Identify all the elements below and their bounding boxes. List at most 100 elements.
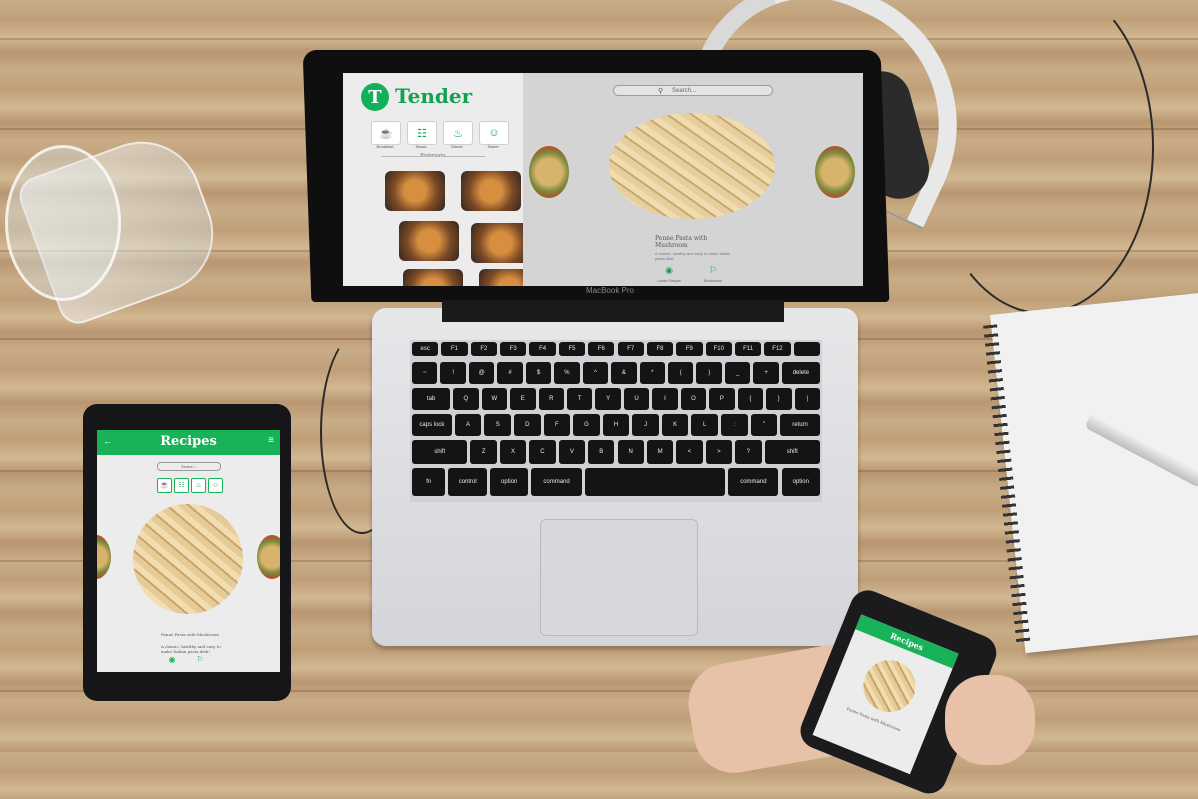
key[interactable]: return (780, 414, 820, 436)
key[interactable]: V (558, 440, 586, 464)
key[interactable]: { (737, 388, 764, 410)
bookmark-thumbnail[interactable] (399, 221, 459, 261)
eye-icon[interactable]: ◉ (165, 655, 179, 664)
key[interactable]: F1 (441, 342, 468, 356)
key[interactable]: F9 (676, 342, 703, 356)
key[interactable]: " (750, 414, 778, 436)
key[interactable]: < (676, 440, 703, 464)
key[interactable]: : (721, 414, 748, 436)
key[interactable] (793, 342, 820, 356)
key[interactable]: | (794, 388, 820, 410)
key[interactable]: control (448, 468, 487, 496)
bookmark-thumbnail[interactable] (461, 171, 521, 211)
key[interactable]: E (510, 388, 536, 410)
key[interactable]: command (531, 468, 582, 496)
key[interactable]: N (617, 440, 644, 464)
key[interactable]: J (632, 414, 659, 436)
key[interactable]: P (709, 388, 735, 410)
key[interactable]: O (680, 388, 707, 410)
key[interactable]: & (611, 362, 637, 384)
next-dish-image[interactable] (815, 146, 855, 198)
key[interactable]: option (781, 468, 820, 496)
water-glass (5, 124, 231, 330)
key[interactable]: @ (468, 362, 495, 384)
key[interactable]: caps lock (412, 414, 452, 436)
trackpad[interactable] (540, 519, 698, 636)
key[interactable]: fn (412, 468, 446, 496)
key[interactable]: esc (412, 342, 439, 356)
key[interactable]: G (573, 414, 600, 436)
previous-dish-image[interactable] (97, 535, 111, 579)
key[interactable]: X (499, 440, 527, 464)
key[interactable]: * (639, 362, 666, 384)
key[interactable]: ~ (412, 362, 438, 384)
key[interactable]: } (766, 388, 792, 410)
key[interactable]: F10 (705, 342, 732, 356)
key[interactable]: R (538, 388, 564, 410)
key[interactable]: M (646, 440, 674, 464)
key[interactable]: D (514, 414, 541, 436)
key[interactable]: option (489, 468, 529, 496)
key[interactable]: ^ (582, 362, 609, 384)
key[interactable]: > (705, 440, 733, 464)
bookmark-button[interactable]: ⚐ (695, 265, 731, 276)
key[interactable]: S (484, 414, 511, 436)
key[interactable]: K (661, 414, 689, 436)
key[interactable]: Z (470, 440, 497, 464)
key[interactable]: ! (440, 362, 466, 384)
key[interactable]: $ (525, 362, 552, 384)
key[interactable]: F12 (764, 342, 791, 356)
key[interactable]: ) (696, 362, 722, 384)
key[interactable]: F5 (558, 342, 586, 356)
tablet-category-sweet[interactable]: ☺ (208, 478, 223, 493)
key[interactable]: A (454, 414, 482, 436)
key[interactable]: F4 (529, 342, 556, 356)
key[interactable]: Y (595, 388, 621, 410)
key[interactable]: # (497, 362, 523, 384)
key[interactable]: ( (668, 362, 694, 384)
key[interactable]: ? (735, 440, 762, 464)
key[interactable]: F6 (588, 342, 615, 356)
key[interactable]: U (623, 388, 650, 410)
search-input[interactable]: ⚲ Search... (613, 85, 773, 96)
key[interactable]: F7 (617, 342, 644, 356)
key[interactable]: command (728, 468, 779, 496)
key[interactable]: T (566, 388, 593, 410)
category-tile-sweet[interactable]: ☺ (479, 121, 509, 145)
tablet-search-input[interactable]: Search... (157, 462, 221, 471)
key[interactable]: tab (412, 388, 451, 410)
key[interactable]: L (691, 414, 718, 436)
key[interactable]: F2 (470, 342, 498, 356)
key[interactable]: Q (453, 388, 479, 410)
tablet-category-breakfast[interactable]: ☕ (157, 478, 172, 493)
bookmark-thumbnail[interactable] (471, 223, 531, 263)
key[interactable] (584, 468, 726, 496)
learn-recipe-button[interactable]: ◉ (651, 265, 687, 276)
key[interactable]: + (753, 362, 779, 384)
key[interactable]: F8 (646, 342, 674, 356)
key[interactable]: C (529, 440, 556, 464)
key[interactable]: _ (724, 362, 751, 384)
key[interactable]: F (543, 414, 571, 436)
key[interactable]: W (481, 388, 508, 410)
tablet-category-dinner[interactable]: ♨ (191, 478, 206, 493)
next-dish-image[interactable] (257, 535, 280, 579)
key[interactable]: H (602, 414, 630, 436)
key[interactable]: I (652, 388, 678, 410)
key[interactable]: shift (764, 440, 820, 464)
category-tile-snack[interactable]: ☷ (407, 121, 437, 145)
key[interactable]: B (588, 440, 615, 464)
category-tile-dinner[interactable]: ♨ (443, 121, 473, 145)
tablet-category-snack[interactable]: ☷ (174, 478, 189, 493)
key[interactable]: shift (412, 440, 468, 464)
key[interactable]: % (554, 362, 580, 384)
category-tile-breakfast[interactable]: ☕ (371, 121, 401, 145)
previous-dish-image[interactable] (529, 146, 569, 198)
menu-icon[interactable]: ≡ (268, 435, 274, 446)
key[interactable]: F3 (500, 342, 527, 356)
key[interactable]: delete (781, 362, 820, 384)
bookmark-thumbnail[interactable] (385, 171, 445, 211)
key[interactable]: F11 (734, 342, 762, 356)
bookmark-icon[interactable]: ⚐ (193, 655, 207, 664)
bookmark-thumbnail[interactable] (403, 269, 463, 286)
